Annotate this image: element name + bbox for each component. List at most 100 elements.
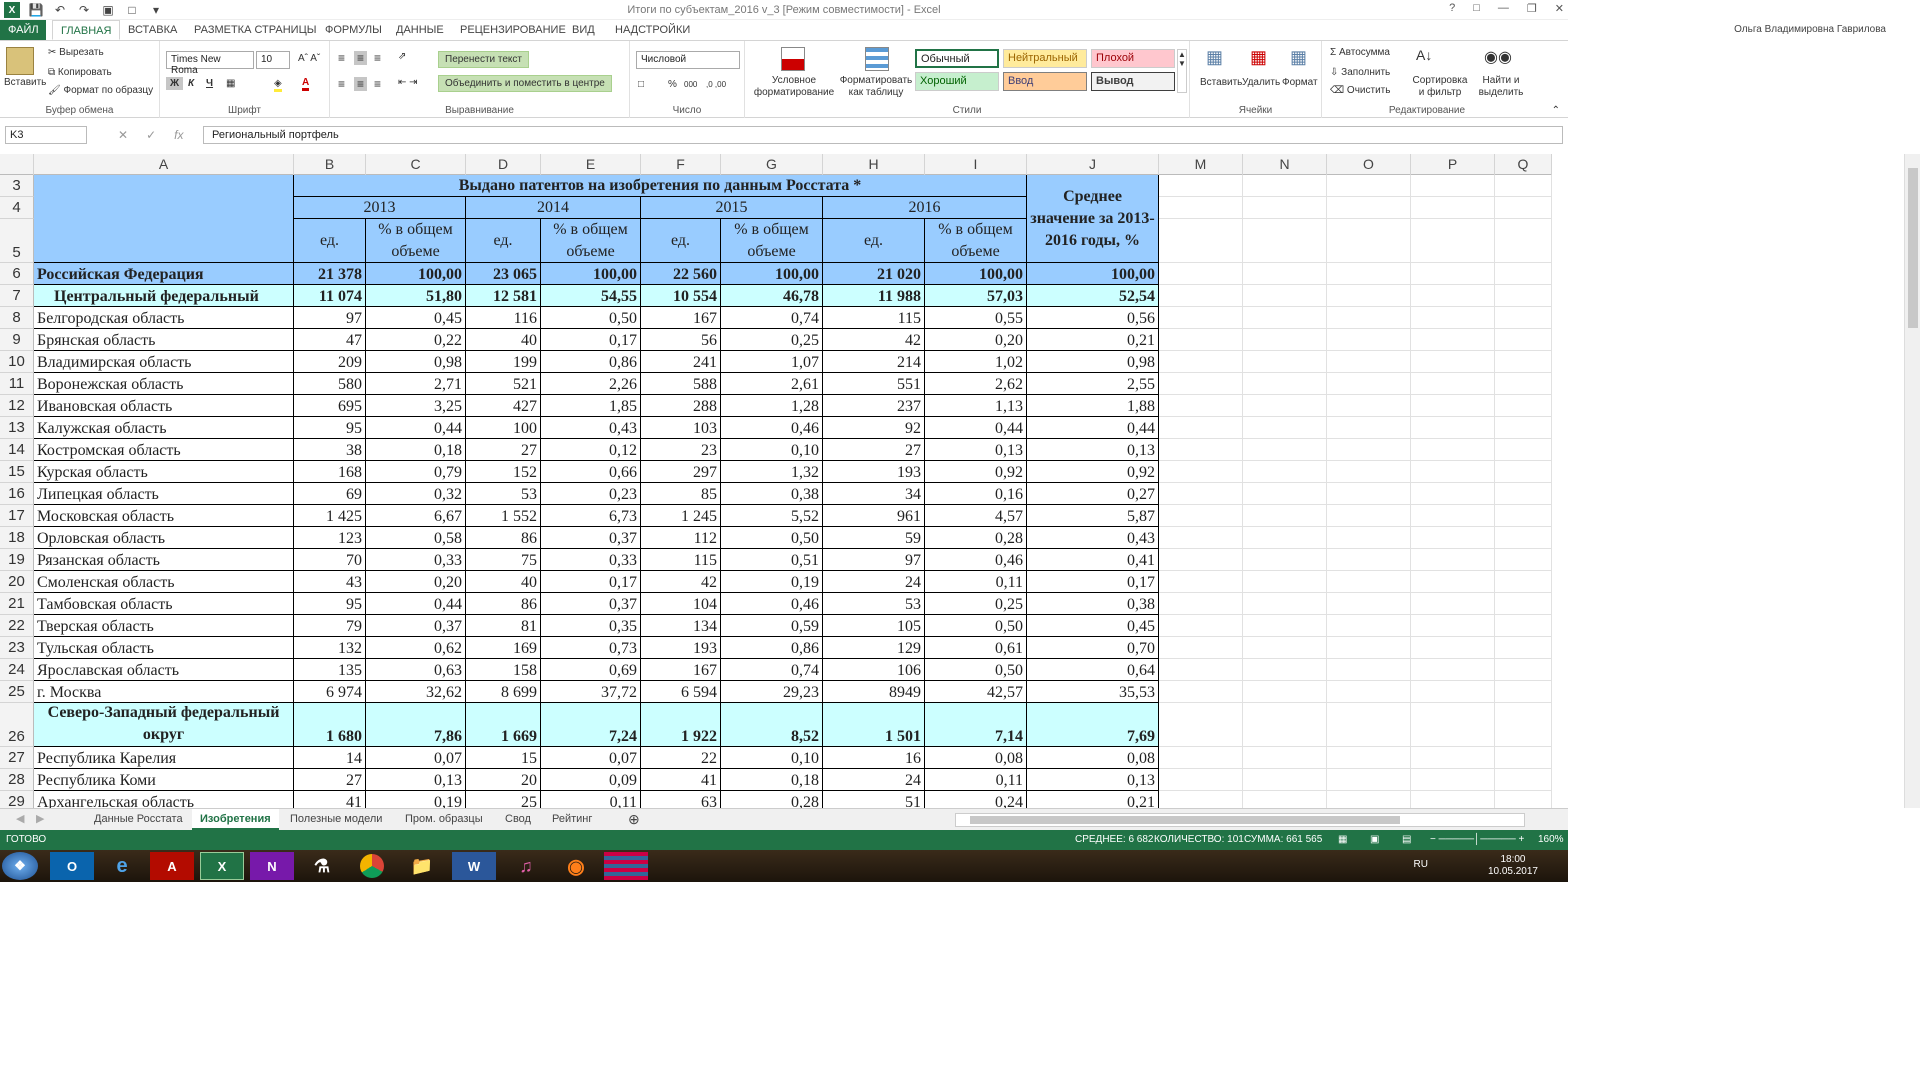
region-name-cell[interactable]: Брянская область (34, 329, 294, 351)
value-cell[interactable]: 51,80 (366, 285, 466, 307)
row-header[interactable]: 19 (0, 549, 34, 571)
row-header[interactable]: 17 (0, 505, 34, 527)
value-cell[interactable]: 2,62 (925, 373, 1027, 395)
insert-function-button[interactable]: fx (174, 128, 183, 142)
fill-button[interactable]: ⇩ Заполнить (1330, 67, 1390, 78)
value-cell[interactable]: 0,11 (925, 571, 1027, 593)
value-cell[interactable]: 21 378 (294, 263, 366, 285)
tab-data[interactable]: ДАННЫЕ (388, 20, 452, 40)
value-cell[interactable]: 0,63 (366, 659, 466, 681)
value-cell[interactable]: 7,24 (541, 703, 641, 747)
row-header-4[interactable]: 4 (0, 197, 34, 219)
value-cell[interactable]: 521 (466, 373, 541, 395)
value-cell[interactable]: 37,72 (541, 681, 641, 703)
value-cell[interactable]: 0,43 (1027, 527, 1159, 549)
empty-cell[interactable] (1495, 175, 1552, 197)
empty-cell[interactable] (1327, 505, 1411, 527)
value-cell[interactable]: 25 (466, 791, 541, 808)
region-name-cell[interactable]: Курская область (34, 461, 294, 483)
paste-button[interactable]: Вставить (4, 77, 46, 88)
header-title-cell[interactable]: Выдано патентов на изобретения по данным… (294, 175, 1027, 197)
value-cell[interactable]: 0,13 (1027, 769, 1159, 791)
empty-cell[interactable] (1411, 571, 1495, 593)
user-name[interactable]: Ольга Владимировна Гаврилова (1734, 24, 1886, 35)
empty-cell[interactable] (1243, 527, 1327, 549)
empty-cell[interactable] (1159, 417, 1243, 439)
value-cell[interactable]: 152 (466, 461, 541, 483)
row-header[interactable]: 8 (0, 307, 34, 329)
value-cell[interactable]: 0,33 (541, 549, 641, 571)
empty-cell[interactable] (1495, 549, 1552, 571)
value-cell[interactable]: 1 501 (823, 703, 925, 747)
value-cell[interactable]: 1,02 (925, 351, 1027, 373)
value-cell[interactable]: 106 (823, 659, 925, 681)
value-cell[interactable]: 23 065 (466, 263, 541, 285)
value-cell[interactable]: 86 (466, 527, 541, 549)
value-cell[interactable]: 0,92 (925, 461, 1027, 483)
value-cell[interactable]: 41 (641, 769, 721, 791)
sheet-tab-rating[interactable]: Рейтинг (544, 809, 600, 830)
value-cell[interactable]: 0,17 (541, 329, 641, 351)
zoom-slider[interactable]: − ─────│───── + (1430, 834, 1524, 845)
value-cell[interactable]: 0,10 (721, 747, 823, 769)
value-cell[interactable]: 0,46 (925, 549, 1027, 571)
region-name-cell[interactable]: Северо-Западный федеральный округ (34, 703, 294, 747)
value-cell[interactable]: 0,16 (925, 483, 1027, 505)
value-cell[interactable]: 29,23 (721, 681, 823, 703)
empty-cell[interactable] (1411, 197, 1495, 219)
tab-formulas[interactable]: ФОРМУЛЫ (317, 20, 390, 40)
insert-cells-button[interactable]: Вставить (1200, 77, 1242, 88)
empty-cell[interactable] (1243, 197, 1327, 219)
value-cell[interactable]: 92 (823, 417, 925, 439)
empty-cell[interactable] (1159, 461, 1243, 483)
row-header[interactable]: 26 (0, 703, 34, 747)
value-cell[interactable]: 10 554 (641, 285, 721, 307)
empty-cell[interactable] (1159, 527, 1243, 549)
style-good[interactable]: Хороший (915, 72, 999, 91)
value-cell[interactable]: 0,35 (541, 615, 641, 637)
sheet-tab-summary[interactable]: Свод (497, 809, 539, 830)
empty-cell[interactable] (1243, 703, 1327, 747)
value-cell[interactable]: 0,11 (541, 791, 641, 808)
value-cell[interactable]: 0,41 (1027, 549, 1159, 571)
value-cell[interactable]: 0,13 (1027, 439, 1159, 461)
value-cell[interactable]: 0,50 (721, 527, 823, 549)
value-cell[interactable]: 0,38 (721, 483, 823, 505)
empty-cell[interactable] (1327, 681, 1411, 703)
col-header-a[interactable]: A (34, 154, 294, 175)
word-icon[interactable]: W (452, 852, 496, 880)
value-cell[interactable]: 0,21 (1027, 791, 1159, 808)
sheet-tab-inventions[interactable]: Изобретения (192, 809, 279, 830)
empty-cell[interactable] (1411, 373, 1495, 395)
region-name-cell[interactable]: г. Москва (34, 681, 294, 703)
value-cell[interactable]: 100,00 (541, 263, 641, 285)
region-name-cell[interactable]: Калужская область (34, 417, 294, 439)
help-icon[interactable]: ? (1449, 2, 1455, 15)
value-cell[interactable]: 0,11 (925, 769, 1027, 791)
row-header[interactable]: 15 (0, 461, 34, 483)
empty-cell[interactable] (1327, 527, 1411, 549)
empty-cell[interactable] (1243, 351, 1327, 373)
collapse-ribbon-icon[interactable]: ⌃ (1552, 105, 1560, 116)
col-header-h[interactable]: H (823, 154, 925, 175)
value-cell[interactable]: 47 (294, 329, 366, 351)
value-cell[interactable]: 42 (823, 329, 925, 351)
folder-icon[interactable]: 📁 (400, 852, 444, 880)
region-name-cell[interactable]: Республика Карелия (34, 747, 294, 769)
value-cell[interactable]: 580 (294, 373, 366, 395)
value-cell[interactable]: 0,18 (721, 769, 823, 791)
percent-button[interactable]: % (668, 79, 677, 90)
zoom-level[interactable]: 160% (1538, 834, 1564, 845)
style-normal[interactable]: Обычный (915, 49, 999, 68)
value-cell[interactable]: 0,33 (366, 549, 466, 571)
sheet-nav-next-icon[interactable]: ▶ (28, 809, 52, 830)
value-cell[interactable]: 27 (823, 439, 925, 461)
value-cell[interactable]: 97 (823, 549, 925, 571)
value-cell[interactable]: 427 (466, 395, 541, 417)
value-cell[interactable]: 0,98 (1027, 351, 1159, 373)
style-input[interactable]: Ввод (1003, 72, 1087, 91)
font-color-icon[interactable]: A (302, 77, 309, 91)
value-cell[interactable]: 297 (641, 461, 721, 483)
empty-cell[interactable] (1495, 571, 1552, 593)
fill-color-icon[interactable]: ◈ (274, 78, 282, 92)
